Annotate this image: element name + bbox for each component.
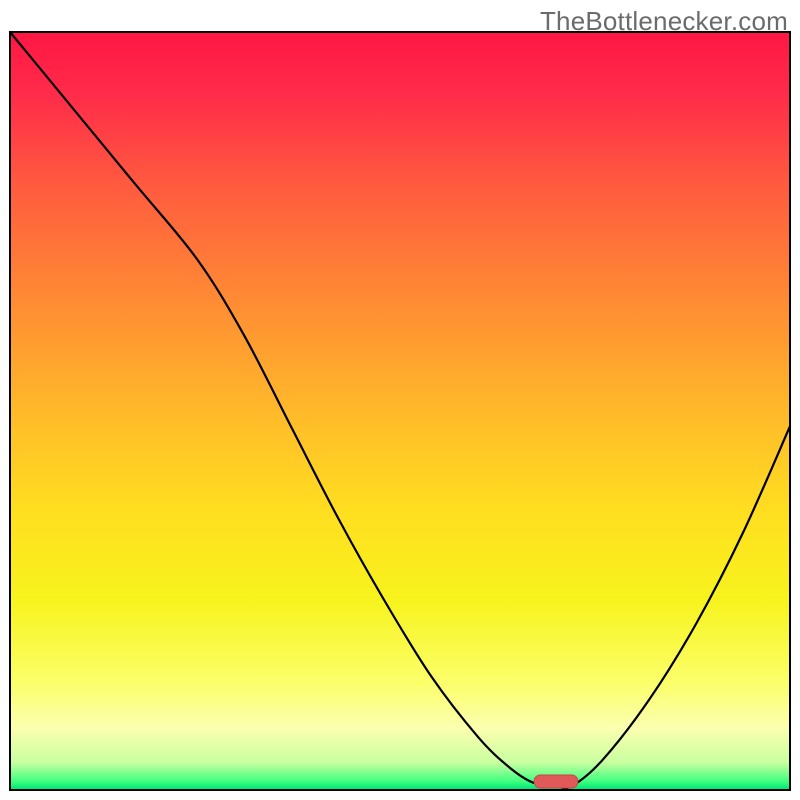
optimal-marker — [534, 775, 578, 788]
plot-background — [11, 33, 789, 789]
watermark-text: TheBottleneсker.com — [540, 6, 788, 37]
chart-container: TheBottleneсker.com — [0, 0, 800, 800]
chart-svg — [0, 0, 800, 800]
